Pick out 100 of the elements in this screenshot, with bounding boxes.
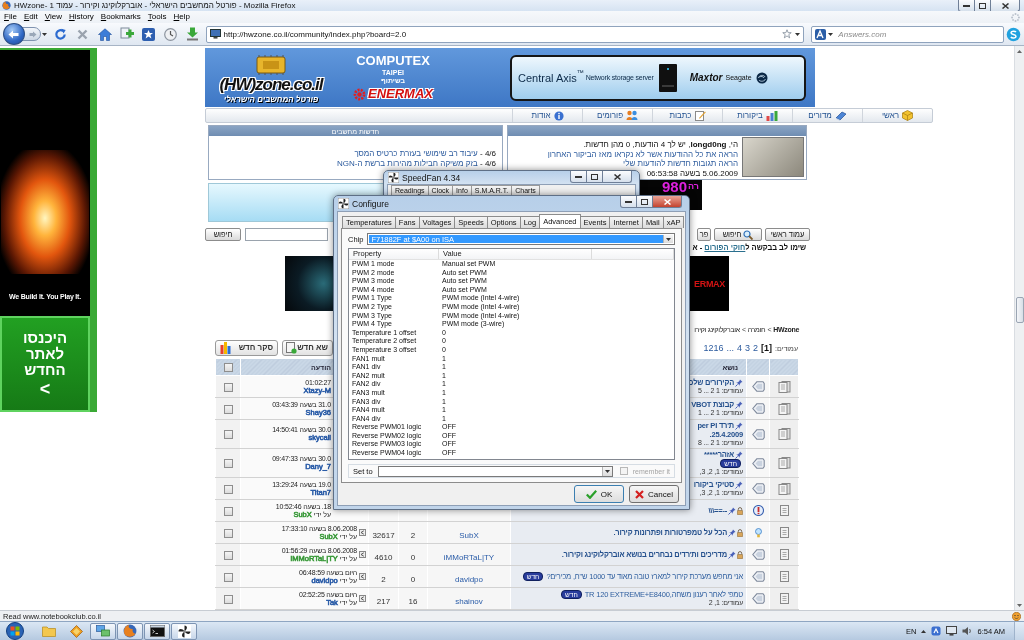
photo-placeholder [285, 256, 333, 311]
caret-down-icon [605, 469, 611, 473]
menu-item[interactable]: File [4, 11, 17, 23]
ok-button[interactable]: OK [574, 485, 624, 503]
pin-icon [735, 450, 743, 459]
row-checkbox[interactable] [223, 572, 233, 582]
news-link[interactable]: עיבוד רב שימושי בעזרת כרטיס המסך [354, 149, 478, 158]
page-link[interactable]: 1216 [703, 342, 724, 353]
nav-link[interactable]: אודות [512, 109, 582, 122]
taskbar-app[interactable] [171, 622, 197, 640]
fan-icon [388, 172, 399, 183]
menu-item[interactable]: Edit [23, 11, 38, 23]
search-icon [743, 229, 754, 240]
row-checkbox[interactable] [223, 484, 233, 494]
username-link[interactable]: davidpo [455, 574, 483, 584]
book-icon [834, 110, 847, 121]
search-engine-icon [815, 28, 827, 40]
menu-item[interactable]: View [44, 11, 62, 23]
username-link[interactable]: shainov [455, 596, 483, 606]
menu-item[interactable]: Help [173, 11, 190, 23]
clock-icon [164, 27, 178, 41]
replies-count: 2 [410, 530, 416, 540]
scroll-thumb[interactable] [1015, 297, 1024, 323]
page-plus-icon [286, 341, 298, 354]
people-icon [626, 110, 639, 121]
row-checkbox[interactable] [223, 404, 233, 414]
folder-icon [42, 625, 56, 637]
photo-placeholder [742, 137, 804, 177]
views-count: 2 [381, 574, 386, 584]
close-button[interactable] [990, 0, 1020, 12]
search-field[interactable]: Answers.com [811, 25, 1004, 43]
taskbar-app[interactable] [144, 622, 170, 640]
cta-text: היכנסו לאתר החדש [21, 330, 69, 378]
cancel-button[interactable]: Cancel [629, 485, 679, 503]
value-dropdown[interactable] [377, 465, 614, 477]
nav-link[interactable]: מדורים [792, 109, 862, 122]
nav-link[interactable]: כתבות [652, 109, 722, 122]
ad-number: 980 [661, 180, 687, 194]
fan-icon [338, 198, 349, 209]
nav-link[interactable]: פורומים [582, 109, 652, 122]
close-button[interactable] [652, 196, 682, 208]
username-link[interactable]: SubX [459, 530, 479, 540]
swirl-icon [755, 71, 768, 84]
page-link[interactable]: ... [726, 342, 734, 353]
menu-item[interactable]: History [68, 11, 94, 23]
caret-down-icon [41, 32, 47, 36]
nav-link[interactable]: ראשי [862, 109, 932, 122]
back-button[interactable] [3, 23, 25, 45]
select-all-checkbox[interactable] [223, 362, 233, 372]
row-checkbox[interactable] [223, 528, 233, 538]
pin-icon [735, 400, 743, 409]
pin-icon [728, 550, 736, 559]
arrow-icon [359, 551, 366, 558]
address-field[interactable]: http://hwzone.co.il/community/index.php?board=2.0 [205, 25, 805, 43]
maximize-icon [641, 198, 648, 205]
arrow-icon [359, 573, 366, 580]
monitor-icon [209, 29, 221, 39]
news-link[interactable]: בזק משיקה חבילות מהירות ברשת ה-NGN [337, 159, 478, 168]
chat-button[interactable] [1005, 26, 1021, 42]
minimize-icon [963, 4, 970, 7]
new-poll-button[interactable]: סקר חדש [215, 339, 278, 356]
page-link[interactable]: 4 [737, 342, 742, 353]
new-topic-button[interactable]: שא חדש [282, 339, 333, 356]
maximize-icon [591, 173, 598, 180]
exclamation-icon [752, 505, 764, 516]
row-checkbox[interactable] [223, 430, 233, 440]
user-link[interactable]: הראה תגובות חדשות להודעות שלי [623, 159, 738, 169]
menu-item[interactable]: Tools [147, 11, 167, 23]
home-icon [97, 27, 112, 41]
row-checkbox[interactable] [223, 459, 233, 469]
user-link[interactable]: הראה את כל ההודעות אשר לא נקראו מאז הביקור האחרון [547, 149, 738, 159]
page-link[interactable]: [1] [761, 342, 773, 353]
pin-icon [728, 506, 736, 515]
close-icon [663, 198, 671, 205]
caret-down-icon [828, 32, 834, 36]
arrow-right-icon [28, 30, 37, 38]
search-input[interactable] [245, 228, 328, 241]
page-link[interactable]: 3 [745, 342, 750, 353]
star-icon [782, 29, 793, 39]
star-icon [142, 27, 156, 41]
page-link[interactable]: 2 [753, 342, 759, 353]
ad-product: Central Axis [518, 71, 577, 84]
replies-count: 0 [410, 552, 416, 562]
views-count: 32617 [372, 530, 395, 540]
url-input[interactable]: http://hwzone.co.il/community/index.php?board=2.0 [223, 28, 780, 40]
row-checkbox[interactable] [223, 506, 233, 516]
views-count: 4610 [374, 552, 393, 562]
ad-text: רה [688, 180, 699, 192]
menu-item[interactable]: Bookmarks [100, 11, 141, 23]
enter-site-banner[interactable]: היכנסו לאתר החדש > [0, 316, 90, 412]
nav-link[interactable]: ביקורות [722, 109, 792, 122]
maximize-icon [979, 2, 986, 9]
search-input[interactable]: Answers.com [835, 28, 1000, 40]
fan-icon [177, 624, 191, 638]
speaker-icon [962, 626, 973, 636]
close-button[interactable] [602, 171, 632, 183]
row-checkbox[interactable] [223, 550, 233, 560]
row-checkbox[interactable] [223, 382, 233, 392]
caret-up-icon [1017, 49, 1022, 53]
row-checkbox[interactable] [223, 594, 233, 604]
